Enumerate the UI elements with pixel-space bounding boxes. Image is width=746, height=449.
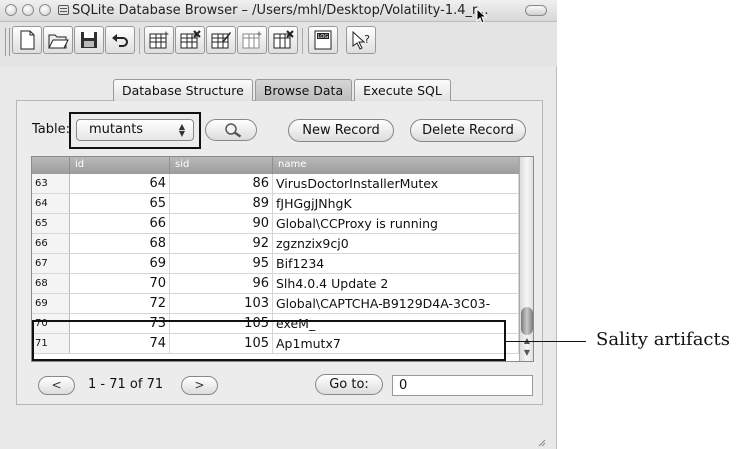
name-cell[interactable]: zgznzix9cj0 [273,234,519,253]
create-table-icon [149,31,169,49]
resize-grip-icon[interactable] [536,437,546,447]
id-cell[interactable]: 64 [70,174,170,193]
id-cell[interactable]: 70 [70,274,170,293]
toolbar: LOG ? [0,22,557,66]
sid-cell[interactable]: 103 [170,294,273,313]
previous-page-button[interactable]: < [38,376,75,395]
name-cell[interactable]: fJHGgjJNhgK [273,194,519,213]
table-row[interactable]: 63 64 86 VirusDoctorInstallerMutex [32,174,519,194]
sality-artifacts-highlight [32,320,506,361]
toolbar-grip[interactable] [5,28,10,56]
id-cell[interactable]: 72 [70,294,170,313]
delete-index-icon [273,30,294,49]
row-number-header [32,157,70,174]
app-window: SQLite Database Browser – /Users/mhl/Des… [0,0,557,449]
table-row[interactable]: 65 66 90 Global\CCProxy is running [32,214,519,234]
zoom-window-icon[interactable] [39,4,51,16]
create-index-button[interactable] [237,26,267,54]
name-cell[interactable]: Global\CCProxy is running [273,214,519,233]
sid-cell[interactable]: 86 [170,174,273,193]
table-row[interactable]: 66 68 92 zgznzix9cj0 [32,234,519,254]
column-header-sid[interactable]: sid [170,157,273,174]
id-cell[interactable]: 69 [70,254,170,273]
whats-this-icon: ? [352,30,370,50]
log-icon: LOG [314,30,332,50]
create-table-button[interactable] [144,26,174,54]
window-title: SQLite Database Browser – /Users/mhl/Des… [72,3,489,18]
svg-text:?: ? [364,33,370,46]
column-header-id[interactable]: id [70,157,170,174]
id-cell[interactable]: 66 [70,214,170,233]
table-row[interactable]: 64 65 89 fJHGgjJNhgK [32,194,519,214]
database-proxy-icon [58,5,69,15]
minimize-window-icon[interactable] [22,4,34,16]
delete-table-icon [180,30,201,49]
row-number-cell[interactable]: 68 [32,274,70,293]
tab-bar: Database Structure Browse Data Execute S… [113,79,453,101]
sid-cell[interactable]: 95 [170,254,273,273]
goto-record-input[interactable]: 0 [392,375,533,396]
grid-header: id sid name [32,157,519,174]
magnifier-icon [225,123,242,138]
save-icon [81,32,97,48]
sid-cell[interactable]: 90 [170,214,273,233]
log-button[interactable]: LOG [308,26,338,54]
name-cell[interactable]: VirusDoctorInstallerMutex [273,174,519,193]
name-cell[interactable]: Global\CAPTCHA-B9129D4A-3C03- [273,294,519,313]
callout-line [506,341,586,342]
delete-table-button[interactable] [175,26,205,54]
save-button[interactable] [74,26,104,54]
id-cell[interactable]: 65 [70,194,170,213]
create-index-icon [242,31,262,49]
table-highlight-box [69,112,201,149]
record-range: 1 - 71 of 71 [88,377,164,392]
search-button[interactable] [205,119,257,141]
undo-icon [112,34,128,47]
id-cell[interactable]: 68 [70,234,170,253]
delete-record-button[interactable]: Delete Record [410,119,526,142]
row-number-cell[interactable]: 63 [32,174,70,193]
row-number-cell[interactable]: 67 [32,254,70,273]
tab-execute-sql[interactable]: Execute SQL [354,79,451,101]
callout-label: Sality artifacts [596,329,730,350]
sid-cell[interactable]: 89 [170,194,273,213]
table-row[interactable]: 67 69 95 Bif1234 [32,254,519,274]
modify-table-icon [211,32,231,49]
goto-button[interactable]: Go to: [315,374,383,395]
new-database-icon [20,30,35,50]
scrollbar-thumb[interactable] [521,307,533,335]
sid-cell[interactable]: 96 [170,274,273,293]
open-database-button[interactable] [43,26,73,54]
name-cell[interactable]: Bif1234 [273,254,519,273]
vertical-scrollbar[interactable]: ▲ ▼ [519,157,533,361]
next-page-button[interactable]: > [181,376,218,395]
sid-cell[interactable]: 92 [170,234,273,253]
title-bar[interactable]: SQLite Database Browser – /Users/mhl/Des… [0,0,557,22]
modify-table-button[interactable] [206,26,236,54]
new-database-button[interactable] [12,26,42,54]
row-number-cell[interactable]: 69 [32,294,70,313]
undo-button[interactable] [105,26,135,54]
table-row[interactable]: 68 70 96 Slh4.0.4 Update 2 [32,274,519,294]
row-number-cell[interactable]: 64 [32,194,70,213]
close-window-icon[interactable] [5,4,17,16]
toolbar-toggle-button[interactable] [525,5,547,16]
row-number-cell[interactable]: 66 [32,234,70,253]
row-number-cell[interactable]: 65 [32,214,70,233]
column-header-name[interactable]: name [273,157,519,174]
whats-this-button[interactable]: ? [346,26,376,54]
table-row[interactable]: 69 72 103 Global\CAPTCHA-B9129D4A-3C03- [32,294,519,314]
table-label: Table: [32,122,70,137]
tab-database-structure[interactable]: Database Structure [113,79,253,101]
name-cell[interactable]: Slh4.0.4 Update 2 [273,274,519,293]
new-record-button[interactable]: New Record [288,119,394,142]
tab-browse-data[interactable]: Browse Data [254,79,353,101]
open-database-icon [48,34,69,49]
scroll-down-arrow-icon[interactable]: ▼ [520,347,533,359]
svg-text:LOG: LOG [318,34,329,40]
delete-index-button[interactable] [268,26,298,54]
